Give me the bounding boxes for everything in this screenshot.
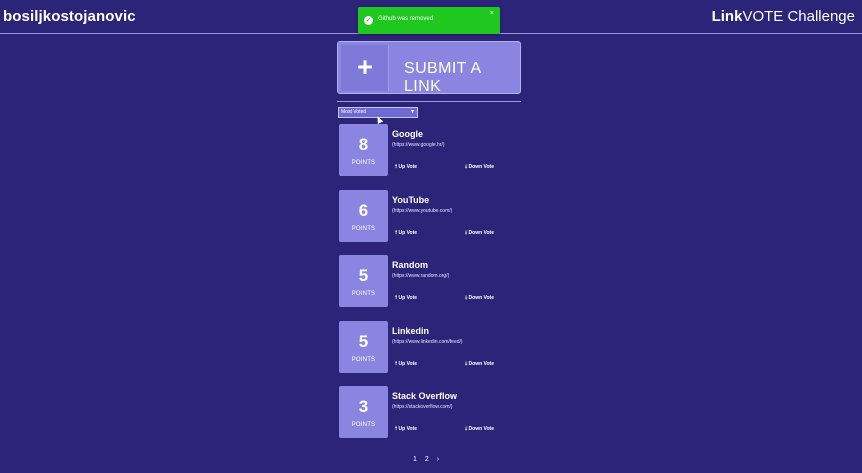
points-label: POINTS bbox=[351, 357, 376, 363]
down-vote-button[interactable]: 🠗 Down Vote bbox=[465, 361, 494, 369]
app-title: LinkVOTE Challenge bbox=[712, 8, 855, 25]
link-url[interactable]: (https://stackoverflow.com/) bbox=[392, 404, 453, 410]
list-item: 5 POINTS Linkedin (https://www.linkedin.… bbox=[339, 321, 519, 373]
down-vote-button[interactable]: 🠗 Down Vote bbox=[465, 426, 494, 434]
check-circle-icon: ✓ bbox=[364, 16, 373, 25]
submit-link-label: SUBMIT A LINK bbox=[404, 60, 481, 95]
up-vote-button[interactable]: 🠕 Up Vote bbox=[395, 164, 417, 172]
list-item: 6 POINTS YouTube (https://www.youtube.co… bbox=[339, 190, 519, 242]
link-title[interactable]: Stack Overflow bbox=[392, 391, 457, 401]
page-1-link[interactable]: 1 bbox=[413, 456, 417, 463]
link-url[interactable]: (https://www.google.hr/) bbox=[392, 142, 445, 148]
next-page-icon[interactable]: › bbox=[437, 456, 439, 463]
pagination: 1 2 › bbox=[413, 456, 445, 463]
success-toast: ✓ Github was removed × bbox=[358, 7, 500, 34]
link-title[interactable]: Random bbox=[392, 260, 428, 270]
link-title[interactable]: YouTube bbox=[392, 195, 429, 205]
sort-selected-value: Most Voted bbox=[341, 109, 367, 115]
plus-icon-box: + bbox=[341, 45, 389, 91]
list-item: 8 POINTS Google (https://www.google.hr/)… bbox=[339, 124, 519, 176]
up-vote-button[interactable]: 🠕 Up Vote bbox=[395, 361, 417, 369]
points-value: 5 bbox=[358, 266, 369, 285]
down-vote-button[interactable]: 🠗 Down Vote bbox=[465, 295, 494, 303]
points-box: 8 POINTS bbox=[339, 124, 388, 176]
down-vote-button[interactable]: 🠗 Down Vote bbox=[465, 164, 494, 172]
submit-link-button[interactable]: + SUBMIT A LINK bbox=[337, 41, 521, 95]
link-url[interactable]: (https://www.youtube.com/) bbox=[392, 208, 452, 214]
points-label: POINTS bbox=[351, 422, 376, 428]
page-2-link[interactable]: 2 bbox=[425, 456, 429, 463]
points-box: 6 POINTS bbox=[339, 190, 388, 242]
up-vote-button[interactable]: 🠕 Up Vote bbox=[395, 295, 417, 303]
points-box: 5 POINTS bbox=[339, 321, 388, 373]
points-label: POINTS bbox=[351, 291, 376, 297]
points-box: 3 POINTS bbox=[339, 386, 388, 438]
username: bosiljkostojanovic bbox=[3, 8, 136, 25]
points-value: 5 bbox=[358, 332, 369, 351]
link-title[interactable]: Linkedin bbox=[392, 326, 429, 336]
link-url[interactable]: (https://www.linkedin.com/feed/) bbox=[392, 339, 463, 345]
toast-close-icon[interactable]: × bbox=[490, 10, 494, 17]
toast-message: Github was removed bbox=[378, 16, 434, 22]
plus-icon: + bbox=[357, 52, 373, 82]
app-title-bold: Link bbox=[711, 8, 743, 25]
down-vote-button[interactable]: 🠗 Down Vote bbox=[465, 230, 494, 238]
chevron-down-icon: ▾ bbox=[410, 109, 414, 115]
up-vote-button[interactable]: 🠕 Up Vote bbox=[395, 426, 417, 434]
list-item: 5 POINTS Random (https://www.random.org/… bbox=[339, 255, 519, 307]
link-url[interactable]: (https://www.random.org/) bbox=[392, 273, 449, 279]
link-title[interactable]: Google bbox=[392, 129, 423, 139]
points-label: POINTS bbox=[351, 160, 376, 166]
points-box: 5 POINTS bbox=[339, 255, 388, 307]
app-title-rest: VOTE Challenge bbox=[742, 8, 855, 25]
points-label: POINTS bbox=[351, 226, 376, 232]
points-value: 8 bbox=[358, 135, 369, 154]
divider bbox=[337, 101, 521, 102]
points-value: 3 bbox=[358, 397, 369, 416]
points-value: 6 bbox=[358, 201, 369, 220]
up-vote-button[interactable]: 🠕 Up Vote bbox=[395, 230, 417, 238]
list-item: 3 POINTS Stack Overflow (https://stackov… bbox=[339, 386, 519, 438]
